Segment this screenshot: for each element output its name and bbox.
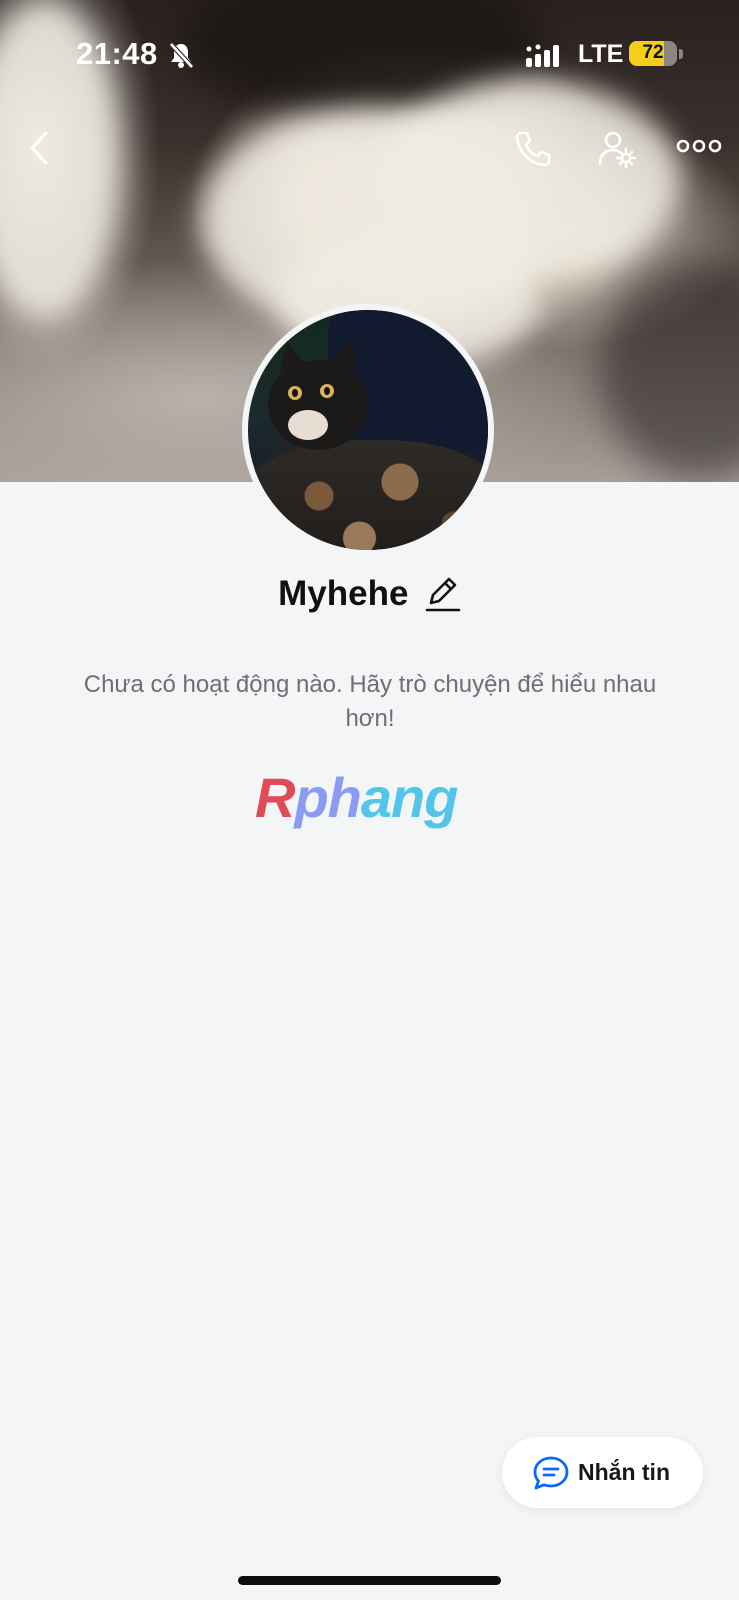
home-indicator[interactable] xyxy=(238,1576,501,1585)
watermark-part-a: R xyxy=(255,766,295,829)
battery-percent: 72 xyxy=(642,42,664,63)
battery-indicator: 72 xyxy=(629,41,677,66)
profile-name: Myhehe xyxy=(278,574,409,613)
user-settings-icon[interactable] xyxy=(596,128,638,170)
signal-icon xyxy=(526,44,559,67)
battery-tip xyxy=(679,49,683,59)
avatar-image xyxy=(248,310,488,550)
empty-activity-message: Chưa có hoạt động nào. Hãy trò chuyện để… xyxy=(83,671,657,732)
chat-bubble-icon xyxy=(533,1456,569,1490)
watermark-logo: Rphang xyxy=(255,768,485,828)
network-type: LTE xyxy=(578,40,624,68)
bell-muted-icon xyxy=(169,42,194,69)
phone-icon[interactable] xyxy=(512,128,554,170)
avatar[interactable] xyxy=(242,304,494,556)
chevron-left-icon[interactable] xyxy=(26,128,52,168)
status-bar: 21:48 LTE 72 xyxy=(0,0,739,110)
status-time: 21:48 xyxy=(76,36,158,71)
more-horizontal-icon[interactable] xyxy=(676,136,722,156)
watermark-part-c: ang xyxy=(360,766,459,829)
watermark-part-b: ph xyxy=(294,766,361,829)
send-message-button[interactable]: Nhắn tin xyxy=(502,1437,703,1508)
send-message-label: Nhắn tin xyxy=(578,1459,670,1485)
profile-name-row: Myhehe xyxy=(0,574,739,614)
pencil-icon[interactable] xyxy=(425,575,461,613)
